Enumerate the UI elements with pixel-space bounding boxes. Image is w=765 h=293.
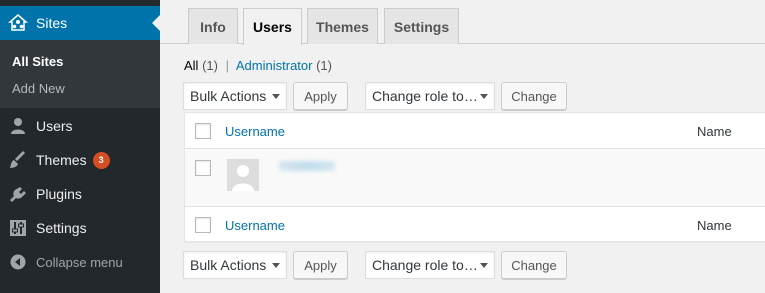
sites-submenu: All Sites Add New — [0, 40, 160, 108]
appearance-brush-icon — [0, 151, 36, 169]
select-all-checkbox[interactable] — [195, 123, 211, 139]
change-role-value: Change role to… — [372, 88, 478, 104]
select-all-checkbox-footer[interactable] — [195, 217, 211, 233]
bulk-actions-value: Bulk Actions — [190, 88, 267, 104]
avatar — [227, 159, 259, 191]
chevron-down-icon — [272, 263, 280, 268]
tab-settings[interactable]: Settings — [384, 8, 459, 44]
table-row — [185, 149, 765, 206]
filter-administrator[interactable]: Administrator — [236, 58, 313, 73]
chevron-down-icon — [480, 263, 488, 268]
collapse-icon — [0, 254, 36, 270]
submenu-all-sites[interactable]: All Sites — [12, 54, 63, 69]
apply-button-bottom[interactable]: Apply — [293, 251, 348, 279]
sidebar-item-settings[interactable]: Settings — [0, 211, 160, 245]
username-column-header[interactable]: Username — [225, 124, 285, 139]
redacted-username[interactable] — [279, 161, 335, 171]
filter-administrator-count: (1) — [316, 58, 332, 73]
chevron-down-icon — [480, 94, 488, 99]
table-header-row: Username Name — [185, 113, 765, 149]
filter-separator: | — [225, 58, 229, 73]
filter-all[interactable]: All — [184, 58, 198, 73]
sidebar-item-users[interactable]: Users — [0, 109, 160, 143]
change-button-bottom[interactable]: Change — [501, 251, 567, 279]
name-column-header: Name — [697, 124, 732, 139]
tab-info[interactable]: Info — [188, 8, 238, 44]
settings-sliders-icon — [0, 219, 36, 237]
sidebar-item-label: Settings — [36, 220, 87, 236]
users-table: Username Name Username Name — [184, 112, 765, 242]
sidebar-item-label: Sites — [36, 15, 68, 31]
sidebar-item-plugins[interactable]: Plugins — [0, 177, 160, 211]
bulk-actions-select-bottom[interactable]: Bulk Actions — [183, 251, 287, 279]
collapse-menu-label: Collapse menu — [36, 254, 123, 270]
chevron-down-icon — [272, 94, 280, 99]
filter-all-count: (1) — [202, 58, 218, 73]
admin-sidebar: Sites All Sites Add New Users Themes 3 P… — [0, 0, 160, 293]
sidebar-item-label: Plugins — [36, 186, 82, 202]
plugins-icon — [0, 185, 36, 203]
change-role-select-bottom[interactable]: Change role to… — [365, 251, 495, 279]
update-count-badge: 3 — [92, 151, 110, 169]
site-edit-tabs: Info Users Themes Settings — [160, 0, 765, 45]
apply-button-top[interactable]: Apply — [293, 82, 348, 110]
change-role-value: Change role to… — [372, 257, 478, 273]
sidebar-item-label: Themes — [36, 152, 87, 168]
change-role-select-top[interactable]: Change role to… — [365, 82, 495, 110]
tab-themes[interactable]: Themes — [307, 8, 378, 44]
users-icon — [0, 117, 36, 135]
sidebar-item-themes[interactable]: Themes 3 — [0, 143, 160, 177]
collapse-menu-button[interactable]: Collapse menu — [0, 245, 160, 279]
multisite-icon — [0, 14, 36, 32]
name-column-footer: Name — [697, 218, 732, 233]
table-footer-row: Username Name — [185, 206, 765, 242]
sidebar-item-sites[interactable]: Sites — [0, 6, 160, 40]
role-filter-links: All (1) | Administrator (1) — [184, 58, 332, 73]
username-column-footer[interactable]: Username — [225, 218, 285, 233]
tab-users[interactable]: Users — [243, 8, 302, 45]
bulk-actions-select-top[interactable]: Bulk Actions — [183, 82, 287, 110]
row-checkbox[interactable] — [195, 160, 211, 176]
submenu-add-new[interactable]: Add New — [12, 81, 65, 96]
change-button-top[interactable]: Change — [501, 82, 567, 110]
bulk-actions-value: Bulk Actions — [190, 257, 267, 273]
sidebar-item-label: Users — [36, 118, 73, 134]
